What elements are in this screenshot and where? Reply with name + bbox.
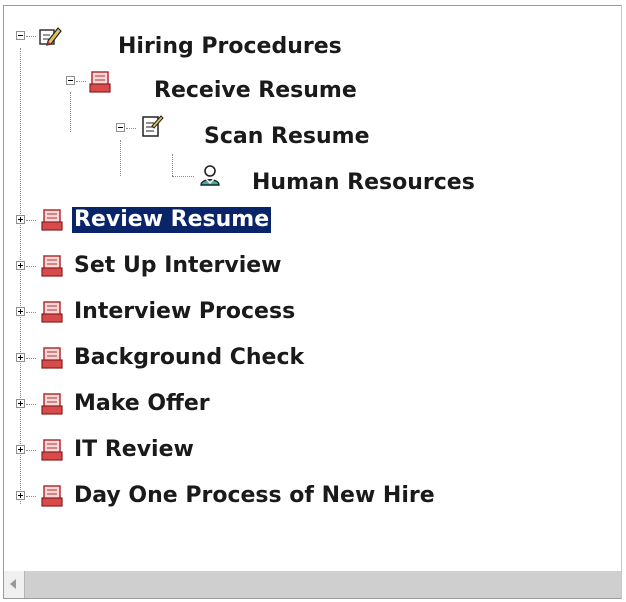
- tree-line: [172, 154, 173, 176]
- tree-node-scan-resume[interactable]: Scan Resume: [202, 124, 372, 150]
- tree-node-receive-resume[interactable]: Receive Resume: [152, 78, 359, 104]
- tree-line: [126, 128, 136, 129]
- tree-node-human-resources[interactable]: Human Resources: [250, 170, 477, 196]
- step-icon: [41, 209, 63, 231]
- tree-line: [26, 312, 36, 313]
- step-icon: [41, 439, 63, 461]
- tree-node-review-resume[interactable]: Review Resume: [72, 207, 272, 233]
- horizontal-scrollbar[interactable]: [4, 571, 621, 598]
- collapse-toggle[interactable]: [66, 76, 75, 85]
- tree-line: [26, 404, 36, 405]
- step-icon: [41, 255, 63, 277]
- tree-node-interview-process[interactable]: Interview Process: [72, 299, 297, 325]
- expand-toggle[interactable]: [16, 261, 25, 270]
- tree-line: [26, 358, 36, 359]
- tree-line: [172, 176, 194, 177]
- tree-node-hiring-procedures[interactable]: Hiring Procedures: [116, 34, 344, 60]
- tree-line: [120, 140, 121, 176]
- process-tree-panel: Hiring Procedures Receive Resume Scan Re…: [3, 5, 622, 599]
- tree-line: [76, 81, 86, 82]
- tree-node-day-one-process-of-new-hire[interactable]: Day One Process of New Hire: [72, 483, 437, 509]
- edit-doc-icon: [39, 27, 62, 46]
- tree-node-make-offer[interactable]: Make Offer: [72, 391, 212, 417]
- tree-line: [26, 266, 36, 267]
- expand-toggle[interactable]: [16, 491, 25, 500]
- tree-line: [20, 48, 21, 504]
- tree-node-background-check[interactable]: Background Check: [72, 345, 306, 371]
- collapse-toggle[interactable]: [16, 31, 25, 40]
- checklist-icon: [142, 115, 164, 137]
- step-icon: [41, 347, 63, 369]
- user-icon: [200, 165, 220, 186]
- step-icon: [41, 393, 63, 415]
- scroll-left-arrow-icon[interactable]: [4, 571, 25, 598]
- tree-line: [26, 496, 36, 497]
- tree-node-it-review[interactable]: IT Review: [72, 437, 196, 463]
- collapse-toggle[interactable]: [116, 123, 125, 132]
- step-icon: [89, 71, 111, 93]
- expand-toggle[interactable]: [16, 399, 25, 408]
- expand-toggle[interactable]: [16, 353, 25, 362]
- tree-line: [26, 450, 36, 451]
- tree-line: [26, 220, 36, 221]
- expand-toggle[interactable]: [16, 215, 25, 224]
- expand-toggle[interactable]: [16, 445, 25, 454]
- expand-toggle[interactable]: [16, 307, 25, 316]
- tree-line: [26, 36, 36, 37]
- step-icon: [41, 485, 63, 507]
- tree-node-set-up-interview[interactable]: Set Up Interview: [72, 253, 283, 279]
- tree-line: [70, 92, 71, 132]
- step-icon: [41, 301, 63, 323]
